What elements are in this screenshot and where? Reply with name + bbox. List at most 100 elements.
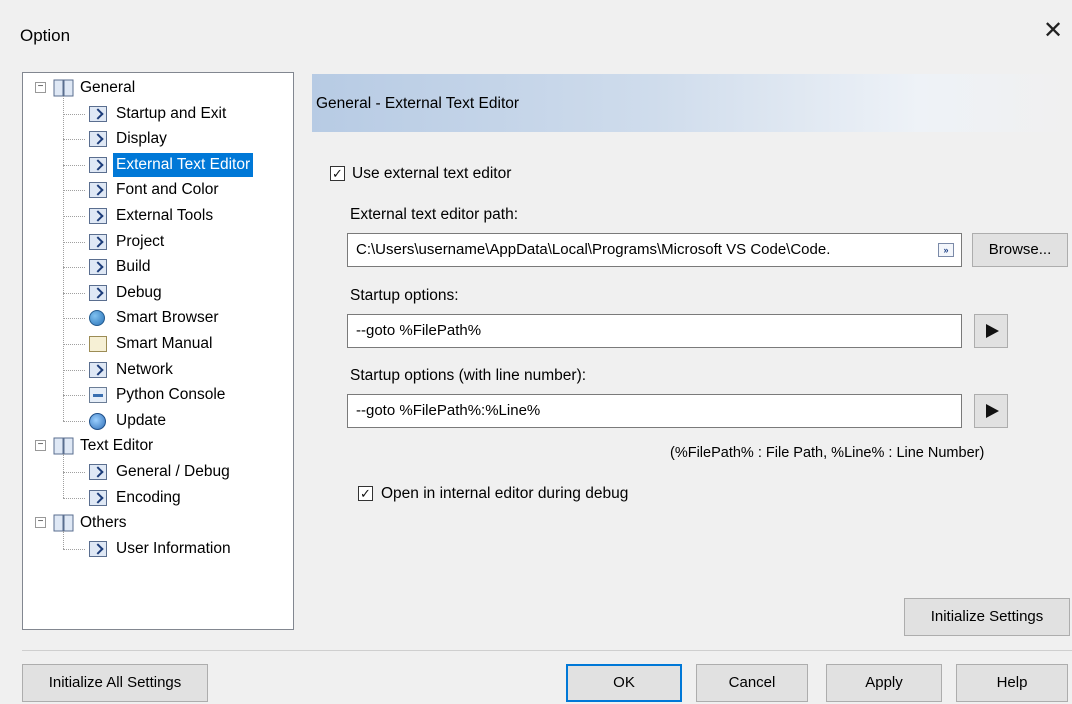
tree-item[interactable]: User Information	[63, 537, 234, 561]
use-external-editor-checkbox[interactable]: ✓	[330, 166, 345, 181]
page-icon	[89, 131, 107, 148]
tree-item-label: Project	[116, 232, 165, 250]
tree-item-label: Smart Manual	[116, 335, 213, 352]
tree-connector	[63, 139, 85, 141]
tree-item[interactable]: Smart Manual	[63, 332, 215, 356]
use-external-editor-label: Use external text editor	[352, 165, 512, 182]
startup-line-options-label: Startup options (with line number):	[350, 367, 587, 384]
tree-item[interactable]: Network	[63, 358, 176, 382]
startup-line-options-field[interactable]: --goto %FilePath%:%Line%	[347, 394, 962, 428]
collapse-icon[interactable]: −	[35, 82, 46, 93]
collapse-icon[interactable]: −	[35, 440, 46, 452]
title-bar	[0, 0, 1072, 70]
options-tree[interactable]: − General Startup and Exit Display External …	[22, 72, 294, 630]
manual-icon	[89, 336, 107, 352]
tree-item-label: Encoding	[116, 488, 181, 506]
tree-connector	[63, 164, 85, 166]
tree-item[interactable]: Python Console	[63, 383, 228, 407]
page-icon	[89, 464, 107, 480]
console-icon	[89, 387, 107, 404]
page-icon	[89, 208, 107, 224]
tree-item[interactable]: Build	[63, 255, 153, 279]
globe-icon	[89, 310, 105, 327]
tree-item[interactable]: Project	[63, 230, 167, 254]
close-icon[interactable]: ✕	[1040, 18, 1066, 44]
ok-button[interactable]: OK	[566, 664, 682, 702]
editor-path-label: External text editor path:	[350, 206, 519, 223]
tree-item-label: Update	[116, 411, 166, 429]
tree-connector	[63, 241, 85, 243]
page-icon	[89, 182, 107, 199]
startup-options-value: --goto %FilePath%	[356, 322, 482, 339]
tree-item[interactable]: Encoding	[63, 486, 184, 510]
page-icon	[89, 489, 107, 506]
tree-item[interactable]: Debug	[63, 281, 165, 305]
initialize-all-settings-button[interactable]: Initialize All Settings	[22, 664, 208, 702]
page-icon	[89, 105, 107, 122]
browse-button[interactable]: Browse...	[972, 233, 1068, 267]
tree-item-label: Network	[116, 360, 173, 378]
path-expand-icon[interactable]: »	[938, 243, 954, 257]
book-icon	[53, 514, 75, 532]
tree-item[interactable]: Font and Color	[63, 178, 222, 202]
book-icon	[53, 79, 75, 97]
tree-connector	[63, 216, 85, 217]
page-icon	[89, 233, 107, 250]
startup-options-label: Startup options:	[350, 287, 459, 304]
tree-item[interactable]: Update	[63, 409, 169, 433]
tree-item-label: External Tools	[116, 207, 214, 224]
tree-item[interactable]: External Text Editor	[63, 152, 254, 177]
tree-item-label: External Text Editor	[113, 152, 254, 177]
book-icon	[53, 437, 75, 455]
tree-connector	[63, 292, 85, 294]
tree-connector	[63, 318, 85, 320]
tree-item[interactable]: − Others	[35, 511, 130, 535]
update-icon	[89, 412, 106, 430]
tree-connector	[63, 267, 85, 269]
tree-item-label: Font and Color	[116, 181, 219, 199]
tree-item-label: Display	[116, 130, 167, 148]
tree-connector	[63, 395, 85, 397]
tree-connector	[63, 454, 64, 498]
tree-connector	[63, 548, 85, 550]
editor-path-field[interactable]: C:\Users\username\AppData\Local\Programs…	[347, 233, 962, 267]
placeholder-hint: (%FilePath% : File Path, %Line% : Line N…	[670, 445, 985, 461]
tree-connector	[63, 531, 64, 549]
section-header: General - External Text Editor	[316, 95, 520, 112]
startup-line-options-run-button[interactable]	[974, 394, 1008, 428]
tree-item[interactable]: Smart Browser	[63, 306, 222, 330]
apply-button[interactable]: Apply	[826, 664, 942, 702]
tree-item[interactable]: External Tools	[63, 204, 216, 228]
help-button[interactable]: Help	[956, 664, 1068, 702]
tree-item-label: Python Console	[116, 386, 226, 404]
tree-item[interactable]: Startup and Exit	[63, 102, 229, 126]
tree-item[interactable]: − Text Editor	[35, 434, 156, 458]
page-icon	[89, 259, 107, 276]
tree-connector	[63, 190, 85, 192]
open-internal-checkbox[interactable]: ✓	[358, 486, 373, 501]
startup-options-run-button[interactable]	[974, 314, 1008, 348]
tree-item-label: Build	[116, 258, 151, 276]
tree-item[interactable]: − General	[35, 76, 138, 100]
tree-connector	[63, 96, 64, 421]
tree-item-label: Smart Browser	[116, 309, 219, 327]
initialize-settings-button[interactable]: Initialize Settings	[904, 598, 1070, 636]
startup-options-field[interactable]: --goto %FilePath%	[347, 314, 962, 348]
tree-item[interactable]: Display	[63, 127, 170, 151]
tree-connector	[63, 344, 85, 345]
page-icon	[89, 361, 107, 378]
tree-item[interactable]: General / Debug	[63, 460, 233, 484]
cancel-button[interactable]: Cancel	[696, 664, 808, 702]
editor-path-value: C:\Users\username\AppData\Local\Programs…	[356, 241, 831, 258]
tree-item-label: Debug	[116, 283, 162, 301]
tree-item-label: Others	[80, 514, 127, 532]
tree-connector	[63, 472, 85, 473]
open-internal-label: Open in internal editor during debug	[381, 485, 629, 502]
collapse-icon[interactable]: −	[35, 517, 46, 529]
tree-connector	[63, 369, 85, 371]
tree-connector	[63, 497, 85, 499]
tree-connector	[63, 420, 85, 422]
page-icon	[89, 540, 107, 557]
tree-item-label: General / Debug	[116, 463, 230, 480]
page-icon	[89, 284, 107, 301]
